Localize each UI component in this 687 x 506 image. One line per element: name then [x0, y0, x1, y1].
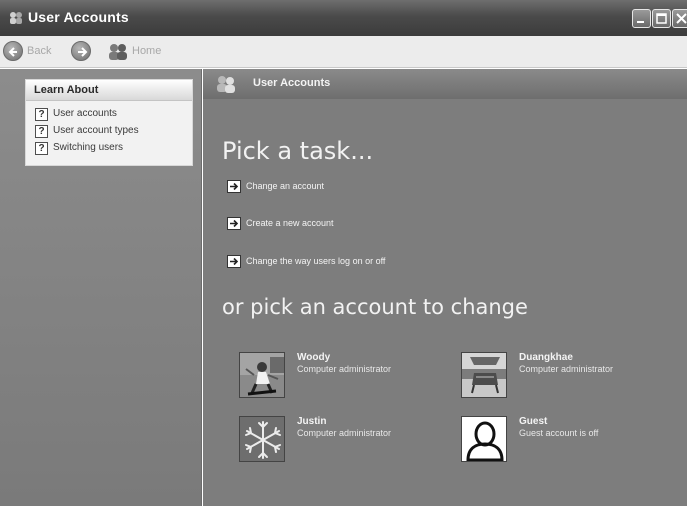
home-users-icon[interactable]	[107, 42, 129, 62]
user-accounts-window: User Accounts Back Home Learn About ? Us…	[0, 0, 687, 506]
help-icon: ?	[35, 125, 48, 138]
pick-task-heading: Pick a task...	[222, 137, 374, 165]
home-label[interactable]: Home	[132, 45, 161, 57]
account-justin[interactable]: Justin Computer administrator	[239, 416, 449, 468]
help-icon: ?	[35, 142, 48, 155]
account-name: Justin	[297, 416, 327, 427]
learn-about-title: Learn About	[26, 80, 192, 101]
arrow-right-icon	[227, 180, 241, 193]
skateboarder-picture	[239, 352, 285, 398]
learn-item-label: User account types	[53, 125, 139, 136]
guest-silhouette-icon	[461, 416, 507, 462]
help-icon: ?	[35, 108, 48, 121]
main-content: User Accounts Pick a task... Change an a…	[203, 69, 687, 506]
pick-account-heading: or pick an account to change	[222, 295, 528, 319]
account-type: Computer administrator	[297, 428, 392, 438]
account-type: Computer administrator	[519, 364, 614, 374]
forward-arrow-icon	[78, 47, 88, 57]
task-label: Change an account	[246, 181, 325, 191]
task-label: Create a new account	[246, 218, 334, 228]
learn-about-panel: Learn About ? User accounts ? User accou…	[25, 79, 193, 166]
back-arrow-icon	[8, 47, 17, 57]
account-duangkhae[interactable]: Duangkhae Computer administrator	[461, 352, 671, 404]
account-woody[interactable]: Woody Computer administrator	[239, 352, 449, 404]
snowflake-picture	[239, 416, 285, 462]
account-type: Computer administrator	[297, 364, 392, 374]
maximize-button[interactable]	[652, 9, 671, 28]
minimize-button[interactable]	[632, 9, 651, 28]
header-title: User Accounts	[253, 77, 331, 89]
minimize-icon	[637, 21, 644, 23]
user-accounts-app-icon	[10, 12, 22, 24]
arrow-right-icon	[227, 255, 241, 268]
beach-chair-picture	[461, 352, 507, 398]
close-icon	[676, 13, 687, 24]
close-button[interactable]	[672, 9, 687, 28]
content-header: User Accounts	[203, 69, 687, 99]
forward-button[interactable]	[71, 41, 91, 61]
account-guest[interactable]: Guest Guest account is off	[461, 416, 671, 468]
user-accounts-icon	[217, 76, 235, 93]
back-label[interactable]: Back	[27, 45, 51, 57]
left-task-pane: Learn About ? User accounts ? User accou…	[0, 69, 202, 506]
account-name: Woody	[297, 352, 331, 363]
learn-item-label: User accounts	[53, 108, 117, 119]
account-type: Guest account is off	[519, 428, 599, 438]
title-bar[interactable]: User Accounts	[0, 0, 687, 36]
maximize-icon	[656, 13, 667, 24]
back-button[interactable]	[3, 41, 23, 61]
task-label: Change the way users log on or off	[246, 256, 386, 266]
toolbar: Back Home	[0, 36, 687, 68]
arrow-right-icon	[227, 217, 241, 230]
learn-item-label: Switching users	[53, 142, 124, 153]
account-name: Duangkhae	[519, 352, 573, 363]
account-name: Guest	[519, 416, 548, 427]
window-title: User Accounts	[28, 9, 129, 25]
